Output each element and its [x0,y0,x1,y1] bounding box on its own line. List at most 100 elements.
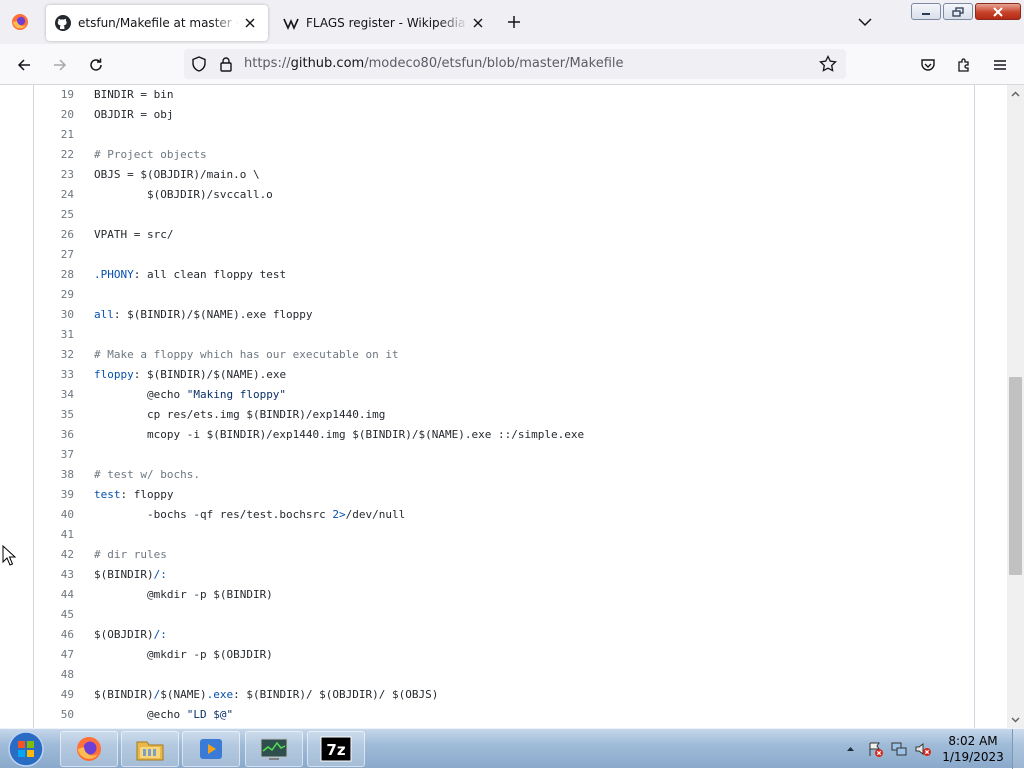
code-line: 34 @echo "Making floppy" [34,385,974,405]
task-manager-icon[interactable] [245,731,303,767]
network-icon[interactable] [890,741,908,757]
explorer-icon[interactable] [121,731,179,767]
code-text: mcopy -i $(BINDIR)/exp1440.img $(BINDIR)… [94,425,584,445]
line-number[interactable]: 27 [34,245,74,265]
url-text[interactable]: https://github.com/modeco80/etsfun/blob/… [244,56,624,71]
code-text: @mkdir -p $(BINDIR) [94,585,273,605]
close-window-icon[interactable] [975,3,1021,20]
line-number[interactable]: 22 [34,145,74,165]
code-line: 44 @mkdir -p $(BINDIR) [34,585,974,605]
code-token: all [94,308,114,321]
vertical-scrollbar[interactable] [1007,85,1024,728]
code-text: $(BINDIR)/: [94,565,167,585]
back-icon[interactable] [11,52,37,78]
line-number[interactable]: 31 [34,325,74,345]
firefox-view-icon[interactable] [6,8,34,36]
7zip-label: 7z [326,741,345,759]
line-number[interactable]: 38 [34,465,74,485]
line-number[interactable]: 41 [34,525,74,545]
pocket-icon[interactable] [915,52,941,78]
restore-icon[interactable] [943,3,973,20]
code-token: /: [153,568,167,581]
line-number[interactable]: 21 [34,125,74,145]
close-tab-icon[interactable] [468,13,488,33]
line-number[interactable]: 23 [34,165,74,185]
line-number[interactable]: 26 [34,225,74,245]
code-line: 30 all: $(BINDIR)/$(NAME).exe floppy [34,305,974,325]
scroll-down-arrow-icon[interactable] [1007,711,1024,728]
line-number[interactable]: 40 [34,505,74,525]
scrollbar-thumb[interactable] [1009,377,1022,575]
tab-title: FLAGS register - Wikipedia [306,16,466,30]
code-token: @mkdir -p $(OBJDIR) [94,648,273,661]
line-number[interactable]: 46 [34,625,74,645]
code-token: .exe [206,688,234,701]
line-number[interactable]: 28 [34,265,74,285]
minimize-icon[interactable] [911,3,941,20]
line-number[interactable]: 19 [34,85,74,105]
line-number[interactable]: 25 [34,205,74,225]
bookmark-star-icon[interactable] [818,54,838,74]
start-button-icon[interactable] [4,730,48,768]
7zip-icon[interactable]: 7z [307,731,365,767]
show-desktop-button[interactable] [1012,729,1024,769]
code-text: $(OBJDIR)/svccall.o [94,185,273,205]
forward-icon[interactable] [47,52,73,78]
line-number[interactable]: 37 [34,445,74,465]
line-number[interactable]: 30 [34,305,74,325]
line-number[interactable]: 45 [34,605,74,625]
line-number[interactable]: 36 [34,425,74,445]
line-number[interactable]: 33 [34,365,74,385]
list-all-tabs-icon[interactable] [854,11,876,33]
media-player-icon[interactable] [182,731,240,767]
code-line: 28 .PHONY: all clean floppy test [34,265,974,285]
code-text: $(OBJDIR)/: [94,625,167,645]
app-menu-icon[interactable] [987,52,1013,78]
line-number[interactable]: 39 [34,485,74,505]
volume-muted-icon[interactable] [914,741,932,757]
extensions-icon[interactable] [951,52,977,78]
line-number[interactable]: 48 [34,665,74,685]
line-number[interactable]: 32 [34,345,74,365]
url-path: /modeco80/etsfun/blob/master/Makefile [364,56,624,71]
line-number[interactable]: 43 [34,565,74,585]
line-number[interactable]: 20 [34,105,74,125]
code-text: VPATH = src/ [94,225,173,245]
line-number[interactable]: 49 [34,685,74,705]
code-token: # Project objects [94,148,207,161]
reload-icon[interactable] [83,52,109,78]
line-number[interactable]: 42 [34,545,74,565]
code-line: 23 OBJS = $(OBJDIR)/main.o \ [34,165,974,185]
code-line: 43 $(BINDIR)/: [34,565,974,585]
code-token: @mkdir -p $(BINDIR) [94,588,273,601]
url-bar[interactable]: https://github.com/modeco80/etsfun/blob/… [184,49,846,79]
code-token: : $(BINDIR)/$(NAME).exe [133,368,287,381]
scroll-up-arrow-icon[interactable] [1007,85,1024,102]
line-number[interactable]: 34 [34,385,74,405]
code-text: @echo "Making floppy" [94,385,286,405]
firefox-icon[interactable] [60,731,118,767]
line-number[interactable]: 50 [34,705,74,725]
line-number[interactable]: 47 [34,645,74,665]
code-line: 32 # Make a floppy which has our executab… [34,345,974,365]
system-clock[interactable]: 8:02 AM 1/19/2023 [938,733,1008,765]
url-host: github.com [290,56,365,71]
lock-icon[interactable] [217,55,235,73]
code-line: 33 floppy: $(BINDIR)/$(NAME).exe [34,365,974,385]
close-tab-icon[interactable] [240,13,260,33]
new-tab-icon[interactable] [503,11,525,33]
line-number[interactable]: 29 [34,285,74,305]
tab-flags-register[interactable]: FLAGS register - Wikipedia [274,5,496,41]
line-number[interactable]: 44 [34,585,74,605]
code-text: cp res/ets.img $(BINDIR)/exp1440.img [94,405,385,425]
code-token: VPATH = src/ [94,228,174,241]
code-token: 2> [332,508,346,521]
line-number[interactable]: 35 [34,405,74,425]
code-line: 26 VPATH = src/ [34,225,974,245]
action-center-flag-icon[interactable] [866,741,884,757]
tab-github-makefile[interactable]: etsfun/Makefile at master · modeco80/ets… [46,5,268,41]
code-line: 36 mcopy -i $(BINDIR)/exp1440.img $(BIND… [34,425,974,445]
line-number[interactable]: 24 [34,185,74,205]
show-hidden-icons-icon[interactable] [843,742,857,756]
tracking-protection-icon[interactable] [190,55,208,73]
